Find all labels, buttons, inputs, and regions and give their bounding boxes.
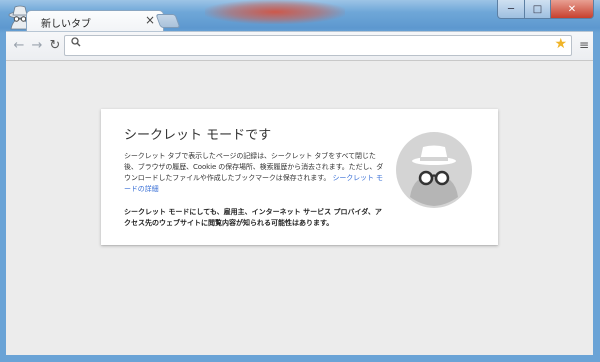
window-controls: ─ □ ✕ — [497, 0, 594, 19]
back-icon[interactable]: ← — [11, 37, 27, 53]
incognito-card: シークレット モードです シークレット タブで表示したページの記録は、シークレッ… — [101, 109, 498, 245]
forward-icon[interactable]: → — [29, 37, 45, 53]
tab-new-tab[interactable]: 新しいタブ × — [26, 10, 164, 33]
frame-background-blur — [205, 0, 345, 24]
star-icon[interactable]: ★ — [554, 36, 567, 52]
close-window-button[interactable]: ✕ — [551, 0, 594, 19]
incognito-description: シークレット タブで表示したページの記録は、シークレット タブをすべて閉じた後、… — [124, 151, 386, 195]
minimize-button[interactable]: ─ — [497, 0, 525, 19]
tab-title: 新しいタブ — [41, 19, 91, 30]
menu-icon[interactable]: ≡ — [578, 38, 590, 52]
reload-icon[interactable]: ↻ — [47, 37, 63, 53]
incognito-spy-icon — [395, 131, 473, 209]
incognito-warning: シークレット モードにしても、雇用主、インターネット サービス プロバイダ、アク… — [124, 208, 382, 227]
page-content: シークレット モードです シークレット タブで表示したページの記録は、シークレッ… — [6, 60, 593, 355]
search-icon — [71, 37, 81, 50]
omnibox[interactable]: ★ — [64, 35, 572, 56]
browser-toolbar: ← → ↻ ★ ≡ — [6, 31, 593, 60]
address-input[interactable] — [87, 38, 551, 54]
maximize-button[interactable]: □ — [525, 0, 551, 19]
page-title: シークレット モードです — [124, 128, 272, 143]
tab-close-icon[interactable]: × — [145, 13, 155, 27]
